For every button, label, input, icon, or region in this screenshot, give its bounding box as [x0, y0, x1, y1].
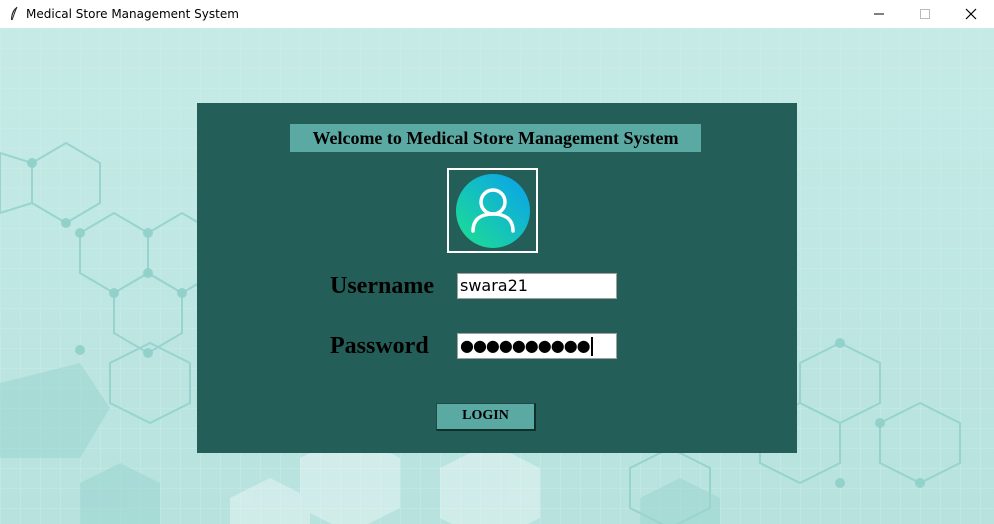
text-caret: [590, 337, 593, 356]
username-input[interactable]: swara21: [457, 273, 617, 299]
window-title: Medical Store Management System: [26, 7, 239, 21]
window-controls: [856, 0, 994, 28]
login-button[interactable]: LOGIN: [436, 403, 536, 431]
maximize-button[interactable]: [902, 0, 948, 28]
password-label: Password: [330, 333, 429, 359]
title-bar: Medical Store Management System: [0, 0, 994, 28]
login-window-body: Welcome to Medical Store Management Syst…: [0, 28, 994, 524]
login-panel: Welcome to Medical Store Management Syst…: [197, 103, 797, 453]
username-label: Username: [330, 273, 434, 299]
close-button[interactable]: [948, 0, 994, 28]
password-input[interactable]: ●●●●●●●●●●: [457, 333, 617, 359]
feather-icon: [8, 6, 20, 22]
minimize-button[interactable]: [856, 0, 902, 28]
welcome-heading: Welcome to Medical Store Management Syst…: [290, 124, 701, 152]
minimize-icon: [874, 13, 884, 15]
maximize-icon: [920, 9, 930, 19]
user-avatar-icon: [455, 173, 530, 248]
avatar: [447, 168, 538, 253]
close-icon: [965, 8, 977, 20]
password-masked-value: ●●●●●●●●●●: [460, 336, 591, 355]
